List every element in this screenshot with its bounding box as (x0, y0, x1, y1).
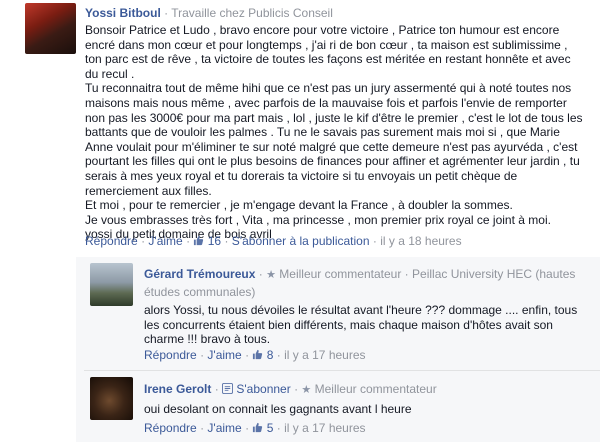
comment-text: alors Yossi, tu nous dévoiles le résulta… (144, 303, 578, 347)
comment-paragraph: Je vous embrasses très fort , Vita , ma … (85, 212, 551, 227)
thumbs-up-icon (253, 349, 263, 360)
comment-paragraph: Bonsoir Patrice et Ludo , bravo encore p… (85, 23, 571, 81)
reply-link[interactable]: Répondre (144, 348, 197, 362)
like-count[interactable]: 16 (193, 234, 224, 248)
avatar[interactable] (25, 3, 76, 54)
comment-actions: Répondre · J'aime · 8 · il y a 17 heures (144, 348, 366, 362)
comment-actions: Répondre · J'aime · 16 · S'abonner à la … (85, 234, 462, 248)
author-name[interactable]: Gérard Trémoureux (144, 267, 255, 281)
subscribe-post-link[interactable]: S'abonner à la publication (232, 234, 370, 248)
avatar[interactable] (90, 377, 133, 420)
like-link[interactable]: J'aime (207, 348, 241, 362)
like-count[interactable]: 8 (252, 348, 276, 362)
author-subtitle: Travaille chez Publicis Conseil (171, 6, 333, 20)
comment-text: Bonsoir Patrice et Ludo , bravo encore p… (85, 23, 585, 242)
reply-link[interactable]: Répondre (85, 234, 138, 248)
like-count-value: 8 (266, 348, 274, 362)
subscribe-user-link[interactable]: S'abonner (222, 382, 294, 396)
star-icon: ★ (301, 384, 312, 396)
reply-link[interactable]: Répondre (144, 421, 197, 435)
comment-header: Gérard Trémoureux · ★ Meilleur commentat… (144, 267, 576, 299)
avatar[interactable] (90, 263, 133, 306)
like-count-value: 16 (207, 234, 222, 248)
timestamp[interactable]: il y a 18 heures (380, 234, 461, 248)
comment-paragraph: Et moi , pour te remercier , je m'engage… (85, 198, 513, 213)
divider (84, 370, 600, 371)
comment-text: oui desolant on connait les gagnants ava… (144, 402, 412, 416)
author-name[interactable]: Yossi Bitboul (85, 6, 161, 20)
like-link[interactable]: J'aime (148, 234, 182, 248)
timestamp[interactable]: il y a 17 heures (284, 421, 365, 435)
author-name[interactable]: Irene Gerolt (144, 382, 211, 396)
comment-header: Irene Gerolt · S'abonner · ★ Meilleur co… (144, 382, 437, 396)
thumbs-up-icon (253, 422, 263, 433)
comment-header: Yossi Bitboul · Travaille chez Publicis … (85, 6, 333, 20)
thumbs-up-icon (194, 235, 204, 246)
like-link[interactable]: J'aime (207, 421, 241, 435)
star-icon: ★ (266, 269, 276, 281)
top-commenter-badge: Meilleur commentateur (279, 267, 402, 281)
comment-actions: Répondre · J'aime · 5 · il y a 17 heures (144, 421, 366, 435)
subscribe-icon (222, 383, 234, 394)
comment-paragraph: Tu reconnaitra tout de même hihi que ce … (85, 81, 583, 198)
like-count-value: 5 (266, 421, 274, 435)
top-commenter-badge: Meilleur commentateur (314, 382, 437, 396)
timestamp[interactable]: il y a 17 heures (284, 348, 365, 362)
separator-dot: · (164, 6, 169, 20)
like-count[interactable]: 5 (252, 421, 276, 435)
